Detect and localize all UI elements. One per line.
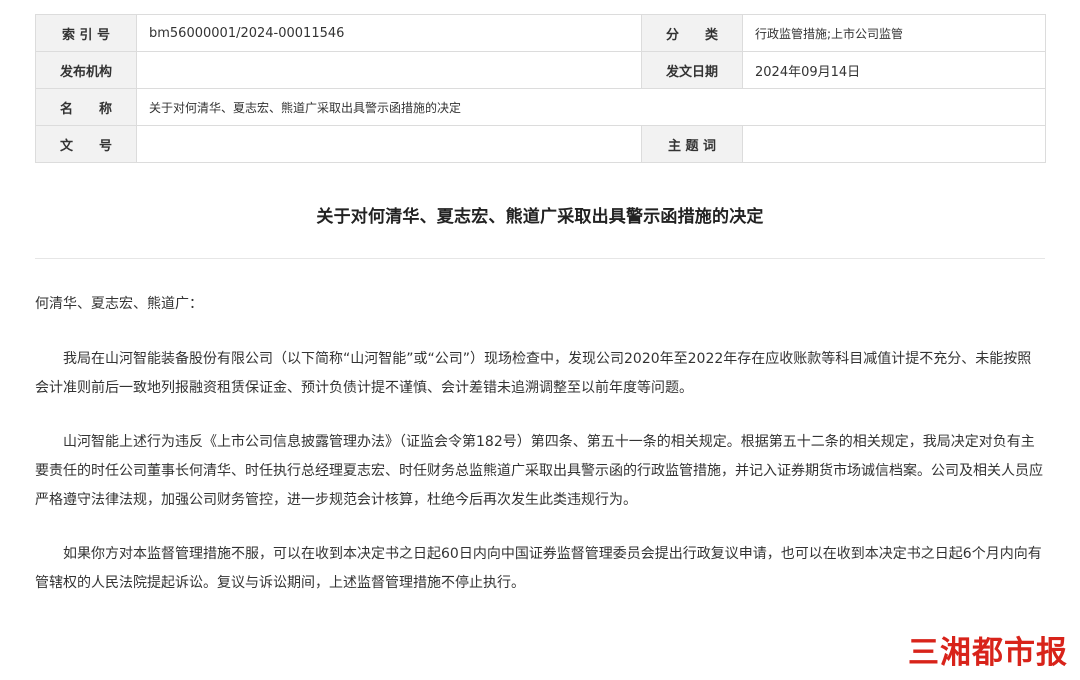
index-number-value: bm56000001/2024-00011546 <box>136 14 642 52</box>
meta-row-docno: 文 号 主 题 词 <box>35 125 1046 163</box>
issuer-label: 发布机构 <box>35 51 137 89</box>
salutation: 何清华、夏志宏、熊道广： <box>35 296 203 312</box>
name-value: 关于对何清华、夏志宏、熊道广采取出具警示函措施的决定 <box>136 88 1046 126</box>
document-number-label: 文 号 <box>35 125 137 163</box>
document-title: 关于对何清华、夏志宏、熊道广采取出具警示函措施的决定 <box>316 207 764 227</box>
category-value: 行政监管措施;上市公司监管 <box>742 14 1046 52</box>
issue-date-value: 2024年09月14日 <box>742 51 1046 89</box>
index-number-label: 索 引 号 <box>35 14 137 52</box>
issuer-value <box>136 51 642 89</box>
document-meta-table: 索 引 号 bm56000001/2024-00011546 分 类 行政监管措… <box>35 14 1046 163</box>
category-label: 分 类 <box>641 14 743 52</box>
title-divider <box>35 258 1045 259</box>
body-paragraph: 山河智能上述行为违反《上市公司信息披露管理办法》（证监会令第182号）第四条、第… <box>35 434 1043 508</box>
body-paragraph: 我局在山河智能装备股份有限公司（以下简称“山河智能”或“公司”）现场检查中，发现… <box>35 351 1032 396</box>
meta-row-issuer: 发布机构 发文日期 2024年09月14日 <box>35 51 1046 89</box>
meta-row-name: 名 称 关于对何清华、夏志宏、熊道广采取出具警示函措施的决定 <box>35 88 1046 126</box>
issue-date-label: 发文日期 <box>641 51 743 89</box>
document-body: 何清华、夏志宏、熊道广： 我局在山河智能装备股份有限公司（以下简称“山河智能”或… <box>35 290 1045 623</box>
newspaper-watermark-logo: 三湘都市报 <box>908 635 1068 671</box>
keywords-value <box>742 125 1046 163</box>
keywords-label: 主 题 词 <box>641 125 743 163</box>
document-number-value <box>136 125 642 163</box>
body-paragraph: 如果你方对本监督管理措施不服，可以在收到本决定书之日起60日内向中国证券监督管理… <box>35 546 1042 591</box>
name-label: 名 称 <box>35 88 137 126</box>
meta-row-index: 索 引 号 bm56000001/2024-00011546 分 类 行政监管措… <box>35 14 1046 52</box>
